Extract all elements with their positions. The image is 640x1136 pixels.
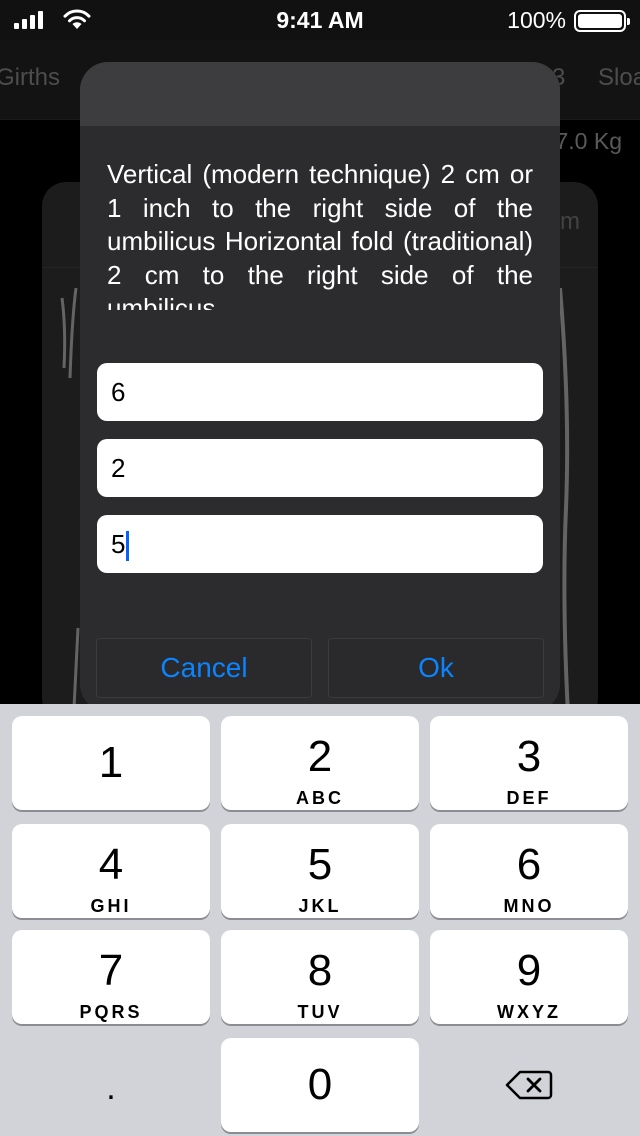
key-2[interactable]: 2 ABC: [221, 716, 419, 810]
key-9-letters: WXYZ: [497, 1002, 561, 1022]
key-6-number: 6: [516, 840, 542, 889]
alert-title-area: [80, 62, 560, 126]
key-decimal[interactable]: .: [12, 1038, 210, 1132]
text-caret: [126, 531, 130, 562]
key-2-letters: ABC: [296, 788, 344, 808]
measurement-field-2[interactable]: 2: [97, 439, 543, 497]
key-8[interactable]: 8 TUV: [221, 930, 419, 1024]
backspace-icon: [505, 1070, 553, 1100]
key-8-letters: TUV: [297, 1002, 343, 1022]
measurement-field-3[interactable]: 5: [97, 515, 543, 573]
key-6-letters: MNO: [503, 896, 555, 916]
key-9-number: 9: [516, 946, 542, 995]
battery-icon: [574, 10, 630, 32]
cancel-button[interactable]: Cancel: [96, 638, 312, 698]
key-7-number: 7: [98, 946, 124, 995]
key-5-number: 5: [307, 840, 333, 889]
field-3-value: 5: [111, 529, 126, 559]
key-5[interactable]: 5 JKL: [221, 824, 419, 918]
key-0[interactable]: 0: [221, 1038, 419, 1132]
key-4-letters: GHI: [90, 896, 132, 916]
key-9[interactable]: 9 WXYZ: [430, 930, 628, 1024]
key-4-number: 4: [98, 840, 124, 889]
key-1[interactable]: 1: [12, 716, 210, 810]
key-1-number: 1: [98, 738, 124, 787]
ok-button[interactable]: Ok: [328, 638, 544, 698]
key-0-number: 0: [307, 1060, 333, 1109]
measurement-field-1[interactable]: 6: [97, 363, 543, 421]
battery-percentage: 100%: [507, 7, 566, 33]
delete-key[interactable]: [430, 1038, 628, 1132]
key-7[interactable]: 7 PQRS: [12, 930, 210, 1024]
status-bar: 9:41 AM 100%: [0, 0, 640, 40]
key-4[interactable]: 4 GHI: [12, 824, 210, 918]
key-7-letters: PQRS: [79, 1002, 143, 1022]
key-6[interactable]: 6 MNO: [430, 824, 628, 918]
key-5-letters: JKL: [298, 896, 342, 916]
key-3-number: 3: [516, 732, 542, 781]
alert-message: Vertical (modern technique) 2 cm or 1 in…: [107, 159, 533, 310]
numeric-keypad: 1 2 ABC 3 DEF 4 GHI 5 JKL 6 MNO 7 PQRS 8 TUV 9 W…: [0, 704, 640, 1136]
key-8-number: 8: [307, 946, 333, 995]
key-2-number: 2: [307, 732, 333, 781]
key-3[interactable]: 3 DEF: [430, 716, 628, 810]
input-alert-dialog: Vertical (modern technique) 2 cm or 1 in…: [80, 62, 560, 712]
key-3-letters: DEF: [506, 788, 552, 808]
